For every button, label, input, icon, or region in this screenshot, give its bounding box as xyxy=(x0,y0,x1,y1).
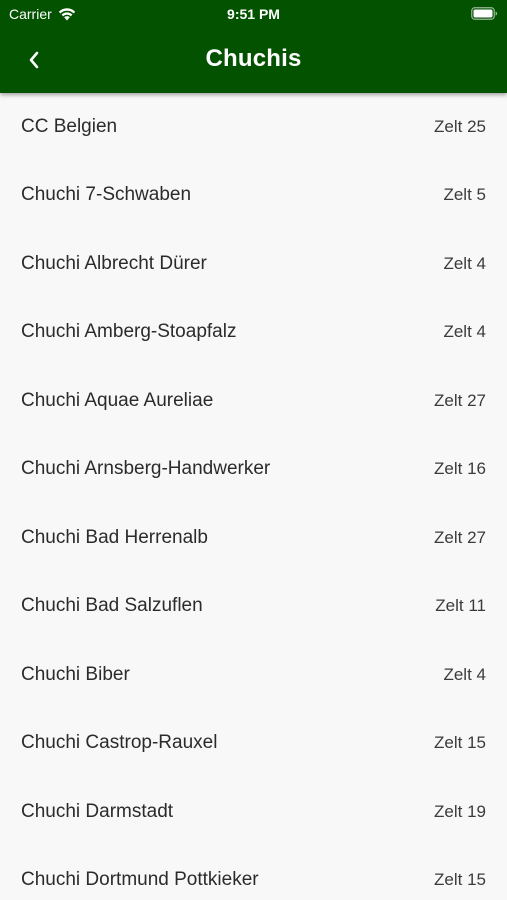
item-tent: Zelt 15 xyxy=(434,733,486,752)
list-item[interactable]: Chuchi Castrop-Rauxel Zelt 15 xyxy=(0,709,507,777)
list-item[interactable]: Chuchi Dortmund Pottkieker Zelt 15 xyxy=(0,846,507,900)
item-tent: Zelt 19 xyxy=(434,802,486,821)
item-tent: Zelt 4 xyxy=(443,254,486,273)
status-bar: Carrier 9:51 PM xyxy=(0,0,507,30)
list-item[interactable]: Chuchi Aquae Aureliae Zelt 27 xyxy=(0,367,507,435)
chuchi-list: CC Belgien Zelt 25 Chuchi 7-Schwaben Zel… xyxy=(0,93,507,900)
item-tent: Zelt 16 xyxy=(434,459,486,478)
item-name: Chuchi Castrop-Rauxel xyxy=(21,732,218,753)
item-name: Chuchi Biber xyxy=(21,664,130,685)
list-item[interactable]: CC Belgien Zelt 25 xyxy=(0,93,507,161)
item-tent: Zelt 27 xyxy=(434,528,486,547)
item-name: Chuchi 7-Schwaben xyxy=(21,184,192,205)
battery-icon xyxy=(471,7,498,20)
item-name: CC Belgien xyxy=(21,116,118,137)
item-name: Chuchi Arnsberg-Handwerker xyxy=(21,458,271,479)
list-item[interactable]: Chuchi Albrecht Dürer Zelt 4 xyxy=(0,230,507,298)
item-tent: Zelt 4 xyxy=(443,665,486,684)
item-name: Chuchi Aquae Aureliae xyxy=(21,390,214,411)
item-name: Chuchi Dortmund Pottkieker xyxy=(21,869,259,890)
list-item[interactable]: Chuchi Arnsberg-Handwerker Zelt 16 xyxy=(0,435,507,503)
item-tent: Zelt 5 xyxy=(443,185,486,204)
item-tent: Zelt 4 xyxy=(443,322,486,341)
item-name: Chuchi Amberg-Stoapfalz xyxy=(21,321,237,342)
list-item[interactable]: Chuchi 7-Schwaben Zelt 5 xyxy=(0,161,507,229)
list-item[interactable]: Chuchi Amberg-Stoapfalz Zelt 4 xyxy=(0,298,507,366)
list-item[interactable]: Chuchi Biber Zelt 4 xyxy=(0,641,507,709)
page-title: Chuchis xyxy=(205,45,302,72)
item-tent: Zelt 27 xyxy=(434,391,486,410)
item-tent: Zelt 25 xyxy=(434,117,486,136)
item-tent: Zelt 15 xyxy=(434,870,486,889)
navigation-bar: Chuchis xyxy=(0,30,507,93)
list-item[interactable]: Chuchi Bad Salzuflen Zelt 11 xyxy=(0,572,507,640)
list-item[interactable]: Chuchi Bad Herrenalb Zelt 27 xyxy=(0,504,507,572)
item-name: Chuchi Bad Herrenalb xyxy=(21,527,208,548)
item-name: Chuchi Albrecht Dürer xyxy=(21,253,207,274)
item-name: Chuchi Bad Salzuflen xyxy=(21,595,203,616)
item-tent: Zelt 11 xyxy=(435,596,486,615)
list-item[interactable]: Chuchi Darmstadt Zelt 19 xyxy=(0,778,507,846)
item-name: Chuchi Darmstadt xyxy=(21,801,174,822)
app-header: Carrier 9:51 PM Chuchis xyxy=(0,0,507,93)
status-time: 9:51 PM xyxy=(227,6,280,22)
